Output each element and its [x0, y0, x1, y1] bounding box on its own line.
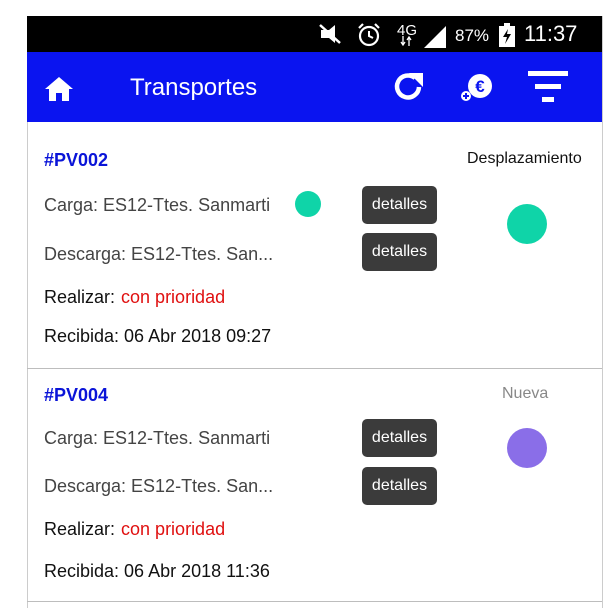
received-date: Recibida: 06 Abr 2018 11:36 — [44, 561, 270, 581]
battery-percent: 87% — [455, 26, 490, 45]
carga-text: Carga: ES12-Ttes. Sanmarti — [44, 428, 271, 448]
realizar-label: Realizar: — [44, 519, 116, 539]
descarga-text: Descarga: ES12-Ttes. San... — [44, 476, 274, 496]
signal-icon — [424, 26, 446, 48]
battery-charging-icon — [499, 23, 515, 47]
transport-card[interactable]: #PV004 Nueva Carga: ES12-Ttes. Sanmarti … — [27, 369, 603, 601]
status-dot — [507, 204, 547, 244]
app-bar: Transportes € — [27, 52, 603, 122]
transport-id: #PV004 — [44, 385, 109, 405]
descarga-details-button[interactable]: detalles — [362, 233, 437, 271]
home-icon[interactable] — [44, 76, 74, 102]
phone-screen: 4G 87% 11:37 Transportes € #PV002 Despla… — [27, 0, 603, 608]
refresh-icon[interactable] — [392, 70, 426, 104]
svg-text:€: € — [475, 77, 485, 96]
card-divider — [27, 601, 603, 602]
received-date: Recibida: 06 Abr 2018 09:27 — [44, 326, 272, 346]
transport-id: #PV002 — [44, 150, 109, 170]
priority-value: con prioridad — [121, 287, 226, 307]
vibrate-mute-icon — [319, 24, 341, 44]
status-bar: 4G 87% 11:37 — [27, 16, 603, 52]
status-dot — [507, 428, 547, 468]
realizar-label: Realizar: — [44, 287, 116, 307]
page-title: Transportes — [130, 74, 258, 101]
carga-text: Carga: ES12-Ttes. Sanmarti — [44, 195, 271, 215]
descarga-details-button[interactable]: detalles — [362, 467, 437, 505]
data-arrows-icon — [400, 36, 412, 46]
status-label: Nueva — [502, 385, 549, 402]
descarga-text: Descarga: ES12-Ttes. San... — [44, 244, 274, 264]
filter-icon[interactable] — [528, 69, 568, 105]
carga-details-button[interactable]: detalles — [362, 186, 437, 224]
clock: 11:37 — [524, 21, 578, 46]
alarm-icon — [358, 23, 380, 47]
realizar-row: Realizar: con prioridad — [44, 286, 225, 308]
status-label: Desplazamiento — [467, 150, 582, 167]
transport-card[interactable]: #PV002 Desplazamiento Carga: ES12-Ttes. … — [27, 122, 603, 368]
carga-details-button[interactable]: detalles — [362, 419, 437, 457]
euro-price-icon[interactable]: € — [459, 70, 495, 104]
realizar-row: Realizar: con prioridad — [44, 518, 225, 540]
carga-status-dot — [295, 191, 321, 217]
priority-value: con prioridad — [121, 519, 226, 539]
